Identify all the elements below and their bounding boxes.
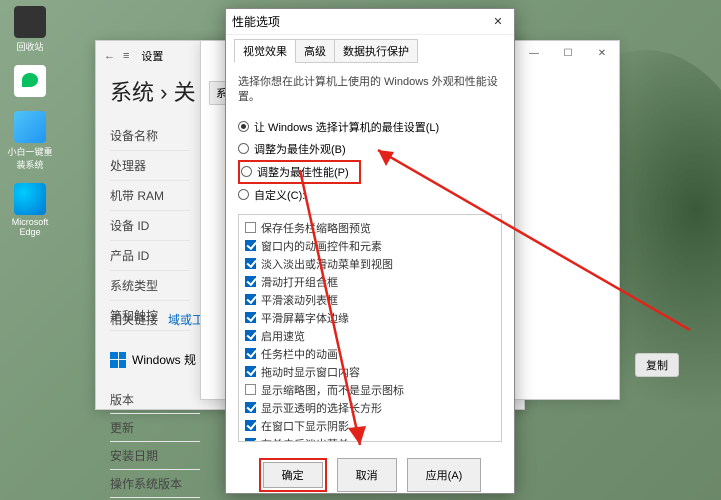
effect-label: 保存任务栏缩略图预览: [261, 220, 371, 236]
radio-custom[interactable]: 自定义(C):: [238, 184, 502, 206]
spec-row: 安装日期: [110, 442, 200, 470]
effect-label: 任务栏中的动画: [261, 346, 338, 362]
folder-icon: [14, 111, 46, 143]
tab-advanced[interactable]: 高级: [295, 39, 335, 63]
ok-button[interactable]: 确定: [263, 462, 323, 488]
effect-label: 平滑屏幕字体边缘: [261, 310, 349, 326]
effect-checkbox-row[interactable]: 拖动时显示窗口内容: [245, 363, 495, 381]
close-icon[interactable]: ✕: [488, 13, 508, 31]
apply-button[interactable]: 应用(A): [407, 458, 482, 492]
nav-back[interactable]: ←: [104, 50, 115, 62]
radio-auto[interactable]: 让 Windows 选择计算机的最佳设置(L): [238, 116, 502, 138]
recycle-bin-icon: [14, 6, 46, 38]
effect-label: 拖动时显示窗口内容: [261, 364, 360, 380]
dialog-description: 选择你想在此计算机上使用的 Windows 外观和性能设置。: [238, 75, 502, 106]
spec-row: 机带 RAM: [110, 181, 190, 211]
related-links: 相关链接 域或工: [110, 311, 204, 328]
effect-label: 窗口内的动画控件和元素: [261, 238, 382, 254]
close-button[interactable]: ✕: [585, 41, 619, 65]
spec-row: 处理器: [110, 151, 190, 181]
effect-checkbox-row[interactable]: 在单击后淡出菜单: [245, 435, 495, 442]
effect-label: 在单击后淡出菜单: [261, 436, 349, 442]
effect-label: 在窗口下显示阴影: [261, 418, 349, 434]
dialog-tabs: 视觉效果 高级 数据执行保护: [226, 35, 514, 63]
domain-link[interactable]: 域或工: [168, 313, 204, 327]
checkbox-icon: [245, 240, 256, 251]
effect-checkbox-row[interactable]: 滑动打开组合框: [245, 273, 495, 291]
desktop-icon-folder-app[interactable]: 小白一键重装系统: [6, 111, 54, 171]
spec-row: 更新: [110, 414, 200, 442]
windows-spec-header: Windows 规: [110, 351, 196, 368]
effect-checkbox-row[interactable]: 平滑屏幕字体边缘: [245, 309, 495, 327]
radio-icon: [238, 189, 249, 200]
tab-visual-effects[interactable]: 视觉效果: [234, 39, 296, 63]
effect-checkbox-row[interactable]: 保存任务栏缩略图预览: [245, 219, 495, 237]
radio-best-performance[interactable]: 调整为最佳性能(P): [241, 163, 349, 181]
effect-checkbox-row[interactable]: 平滑滚动列表框: [245, 291, 495, 309]
effect-label: 启用速览: [261, 328, 305, 344]
effect-checkbox-row[interactable]: 窗口内的动画控件和元素: [245, 237, 495, 255]
checkbox-icon: [245, 348, 256, 359]
spec-row: 系统类型: [110, 271, 190, 301]
radio-best-appearance[interactable]: 调整为最佳外观(B): [238, 138, 502, 160]
effect-label: 淡入淡出或滑动菜单到视图: [261, 256, 393, 272]
spec-row: 设备名称: [110, 121, 190, 151]
effect-checkbox-row[interactable]: 任务栏中的动画: [245, 345, 495, 363]
wechat-icon: [14, 65, 46, 97]
highlight-ok-button: 确定: [259, 458, 327, 492]
radio-icon: [241, 166, 252, 177]
tab-dep[interactable]: 数据执行保护: [334, 39, 418, 63]
effect-checkbox-row[interactable]: 显示亚透明的选择长方形: [245, 399, 495, 417]
checkbox-icon: [245, 402, 256, 413]
desktop-icons: 回收站 小白一键重装系统 Microsoft Edge: [6, 6, 54, 237]
settings-title: 设置: [141, 48, 163, 64]
effect-label: 滑动打开组合框: [261, 274, 338, 290]
copy-button[interactable]: 复制: [635, 353, 679, 377]
cancel-button[interactable]: 取消: [337, 458, 397, 492]
device-spec-list: 设备名称 处理器 机带 RAM 设备 ID 产品 ID 系统类型 笔和触控: [110, 121, 190, 331]
nav-menu[interactable]: ≡: [123, 50, 129, 62]
windows-logo-icon: [110, 352, 126, 368]
checkbox-icon: [245, 294, 256, 305]
effect-checkbox-row[interactable]: 显示缩略图，而不是显示图标: [245, 381, 495, 399]
desktop-icon-recycle-bin[interactable]: 回收站: [6, 6, 54, 53]
effects-listbox[interactable]: 保存任务栏缩略图预览窗口内的动画控件和元素淡入淡出或滑动菜单到视图滑动打开组合框…: [238, 214, 502, 442]
effect-checkbox-row[interactable]: 在窗口下显示阴影: [245, 417, 495, 435]
highlight-best-performance: 调整为最佳性能(P): [238, 160, 361, 184]
checkbox-icon: [245, 384, 256, 395]
checkbox-icon: [245, 312, 256, 323]
checkbox-icon: [245, 258, 256, 269]
checkbox-icon: [245, 438, 256, 442]
dialog-title: 性能选项: [232, 13, 280, 30]
edge-icon: [14, 183, 46, 215]
effect-label: 显示缩略图，而不是显示图标: [261, 382, 404, 398]
desktop-icon-wechat[interactable]: [6, 65, 54, 99]
radio-group: 让 Windows 选择计算机的最佳设置(L) 调整为最佳外观(B) 调整为最佳…: [238, 116, 502, 206]
effect-checkbox-row[interactable]: 启用速览: [245, 327, 495, 345]
effect-label: 显示亚透明的选择长方形: [261, 400, 382, 416]
spec-row: 设备 ID: [110, 211, 190, 241]
effect-checkbox-row[interactable]: 淡入淡出或滑动菜单到视图: [245, 255, 495, 273]
desktop-icon-edge[interactable]: Microsoft Edge: [6, 183, 54, 237]
checkbox-icon: [245, 330, 256, 341]
checkbox-icon: [245, 366, 256, 377]
checkbox-icon: [245, 222, 256, 233]
maximize-button[interactable]: ☐: [551, 41, 585, 65]
radio-icon: [238, 143, 249, 154]
effect-label: 平滑滚动列表框: [261, 292, 338, 308]
checkbox-icon: [245, 276, 256, 287]
spec-row: 操作系统版本: [110, 470, 200, 498]
spec-row: 产品 ID: [110, 241, 190, 271]
radio-icon: [238, 121, 249, 132]
dialog-button-row: 确定 取消 应用(A): [226, 448, 514, 500]
windows-spec-list: 版本 更新 安装日期 操作系统版本: [110, 386, 200, 498]
performance-options-dialog: 性能选项 ✕ 视觉效果 高级 数据执行保护 选择你想在此计算机上使用的 Wind…: [225, 8, 515, 494]
spec-row: 版本: [110, 386, 200, 414]
minimize-button[interactable]: —: [517, 41, 551, 65]
checkbox-icon: [245, 420, 256, 431]
